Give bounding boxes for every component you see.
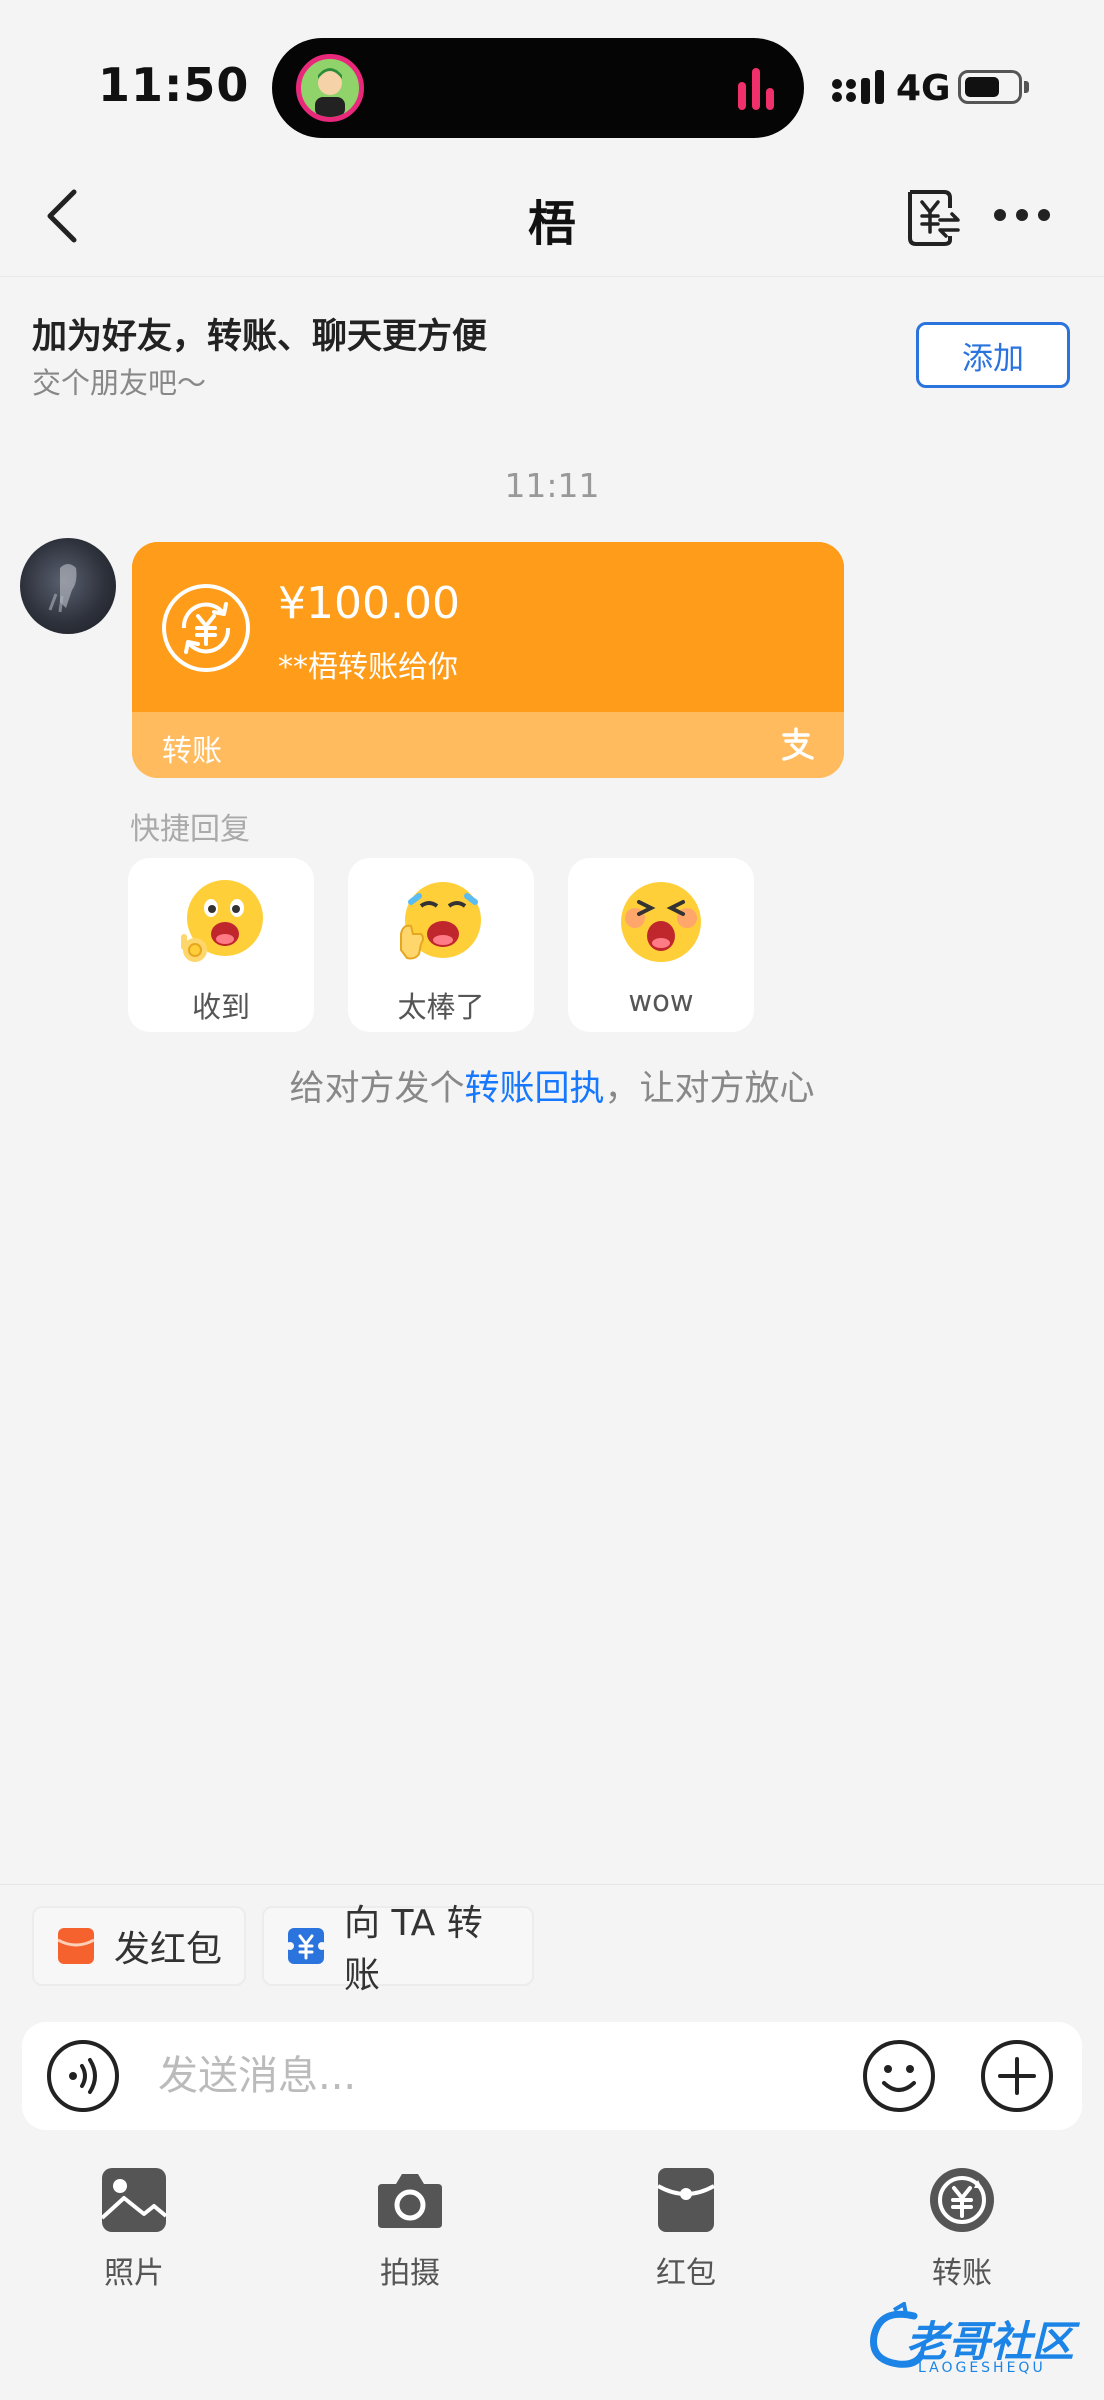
quick-reply-great[interactable]: 太棒了 [348,858,534,1032]
transfer-amount: ¥100.00 [278,578,460,629]
nav-divider [0,276,1104,277]
add-friend-banner-title: 加为好友，转账、聊天更方便 [32,317,488,357]
more-actions-button[interactable] [980,2039,1054,2113]
watermark-logo: 老哥社区 LAOGESHEQU [864,2302,1090,2382]
plus-icon [981,2040,1053,2112]
ok-emoji-icon [181,880,263,962]
quick-reply-received[interactable]: 收到 [128,858,314,1032]
transfer-record-icon [908,190,960,246]
more-dots-icon [994,209,1050,221]
transfer-receipt-hint: 给对方发个转账回执，让对方放心 [0,1060,1104,1111]
photo-tool-label: 照片 [104,2256,164,2291]
signal-icon [832,70,886,110]
send-red-packet-chip[interactable]: 发红包 [32,1906,246,1986]
dynamic-island[interactable] [272,38,804,138]
alipay-logo-icon [778,726,814,762]
camera-icon [378,2174,442,2228]
more-button[interactable] [992,200,1052,230]
message-timestamp: 11:11 [504,466,600,505]
transfer-ticket-icon [286,1928,326,1964]
camera-tool-label: 拍摄 [380,2256,440,2291]
quick-reply-label: wow [628,984,694,1018]
transfer-card-label: 转账 [162,734,222,769]
emoji-button[interactable] [862,2039,936,2113]
quick-reply-label: 太棒了 [397,990,485,1024]
receipt-hint-suffix: ，让对方放心 [604,1069,815,1109]
transfer-to-them-chip[interactable]: 向 TA 转账 [262,1903,534,1996]
quick-reply-label: 收到 [191,990,250,1024]
transfer-receipt-link[interactable]: 转账回执 [464,1069,604,1109]
send-red-packet-label: 发红包 [114,1929,223,1970]
smiley-icon [863,2040,935,2112]
red-packet-tool[interactable]: 红包 [606,2166,766,2292]
status-time: 11:50 [98,58,250,112]
photo-icon [100,2168,168,2232]
red-packet-icon [657,2168,715,2232]
receipt-hint-prefix: 给对方发个 [289,1069,465,1109]
transfer-description: **梧转账给你 [278,650,458,685]
watermark-subtext: LAOGESHEQU [918,2360,1046,2376]
red-packet-icon [57,1928,95,1964]
audio-bars-icon [736,66,776,110]
add-friend-banner-subtitle: 交个朋友吧～ [32,366,207,400]
quick-reply-title: 快捷回复 [130,812,250,847]
battery-icon [958,70,1022,104]
message-input-bar [22,2022,1082,2130]
quick-reply-wow[interactable]: wow [568,858,754,1032]
wow-emoji-icon [621,882,701,962]
transfer-to-them-label: 向 TA 转账 [344,1903,483,1996]
network-type: 4G [896,68,951,109]
transfer-tool[interactable]: 转账 [882,2166,1042,2292]
transfer-tool-label: 转账 [932,2256,992,2291]
red-packet-tool-label: 红包 [656,2256,716,2291]
add-friend-button[interactable]: 添加 [916,322,1070,388]
battery-tip [1024,81,1029,93]
thumbs-up-emoji-icon [400,882,481,960]
message-input[interactable] [158,2048,858,2104]
transfer-icon [930,2168,994,2232]
sender-avatar[interactable] [20,538,116,634]
live-activity-avatar-icon [296,54,364,122]
photo-tool[interactable]: 照片 [54,2166,214,2292]
transfer-message-card[interactable]: ¥100.00 **梧转账给你 转账 [132,542,844,778]
voice-button[interactable] [46,2039,120,2113]
voice-icon [47,2040,119,2112]
camera-tool[interactable]: 拍摄 [330,2166,490,2292]
transfer-card-body: ¥100.00 **梧转账给你 [132,542,844,712]
avatar-figure-icon [48,564,77,613]
transfer-coin-icon [162,584,250,672]
transfer-record-button[interactable] [904,186,960,246]
transfer-card-footer: 转账 [132,712,844,778]
bottom-divider [0,1884,1104,1885]
